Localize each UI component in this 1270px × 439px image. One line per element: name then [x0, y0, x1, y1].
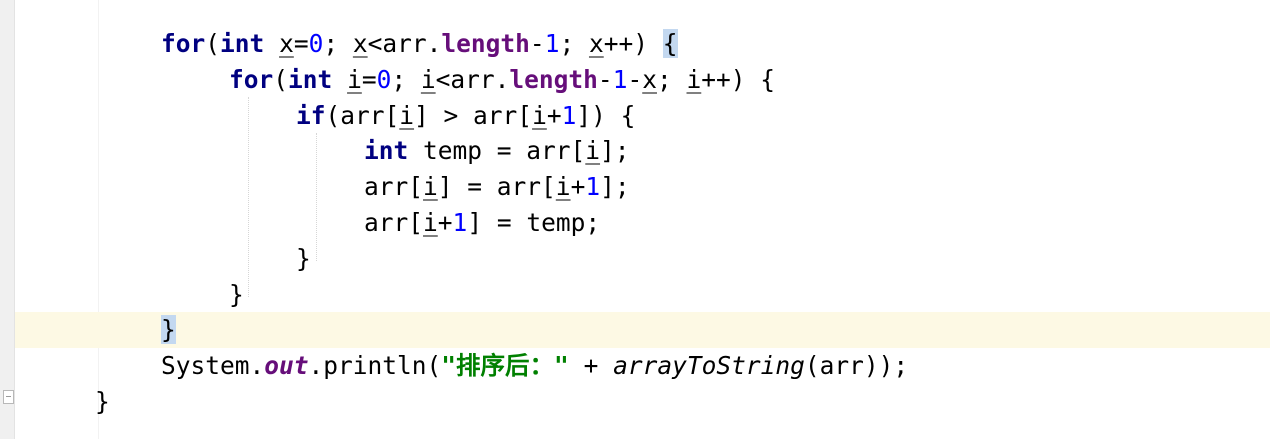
- code-token: }: [296, 243, 311, 273]
- code-token: i: [423, 172, 438, 202]
- code-token: x: [642, 64, 657, 94]
- code-line-text: }: [161, 312, 176, 348]
- code-token: ++): [603, 29, 663, 58]
- code-token: +: [570, 172, 586, 202]
- code-token: 1: [561, 100, 577, 130]
- code-token: i: [532, 100, 547, 130]
- code-token: arr[: [364, 207, 424, 237]
- code-line[interactable]: }: [15, 277, 1270, 313]
- editor-gutter: [0, 0, 15, 439]
- code-line[interactable]: arr[i+1] = temp;: [15, 205, 1270, 241]
- code-token: temp = arr[: [408, 136, 586, 166]
- code-token: <arr.: [367, 29, 442, 58]
- code-token: int: [288, 64, 333, 94]
- code-token: ++) {: [701, 64, 776, 94]
- code-token: -: [627, 64, 643, 94]
- code-token: =: [293, 29, 309, 58]
- code-token: arrayToString: [613, 351, 805, 381]
- code-token: +: [437, 207, 453, 237]
- code-token: i: [423, 207, 438, 237]
- fold-marker-icon[interactable]: [3, 390, 14, 404]
- code-token: 0: [308, 29, 324, 58]
- code-line-text: }: [296, 241, 311, 277]
- code-token: (arr[: [325, 100, 400, 130]
- code-line-text: if(arr[i] > arr[i+1]) {: [296, 98, 635, 134]
- code-token: ];: [600, 136, 630, 166]
- code-line-text: for(int i=0; i<arr.length-1-x; i++) {: [229, 62, 775, 98]
- code-line[interactable]: }: [15, 312, 1270, 349]
- code-token: ;: [323, 29, 353, 58]
- code-token: if: [296, 100, 326, 130]
- code-line-text: arr[i+1] = temp;: [364, 205, 600, 241]
- code-token: ;: [391, 64, 421, 94]
- code-token: x: [279, 29, 294, 58]
- code-token: ;: [656, 64, 687, 94]
- code-token: +: [546, 100, 562, 130]
- code-token: "排序后：": [441, 351, 569, 381]
- code-token: 1: [612, 64, 628, 94]
- code-token: ;: [559, 29, 589, 58]
- code-line-text: }: [95, 384, 110, 420]
- code-line-text: for(int x=0; x<arr.length-1; x++) {: [161, 26, 678, 62]
- code-token: 1: [544, 29, 560, 58]
- code-token: }: [161, 315, 176, 345]
- code-token: i: [347, 64, 362, 94]
- code-token: out: [264, 351, 309, 381]
- code-token: int: [220, 29, 265, 58]
- code-token: for: [229, 64, 274, 94]
- code-token: int: [364, 136, 409, 166]
- code-line[interactable]: arr[i] = arr[i+1];: [15, 169, 1270, 205]
- code-line[interactable]: for(int x=0; x<arr.length-1; x++) {: [15, 26, 1270, 62]
- code-token: ] > arr[: [414, 100, 533, 130]
- code-editor[interactable]: for(int x=0; x<arr.length-1; x++) {for(i…: [15, 26, 1270, 420]
- code-token: {: [662, 29, 678, 58]
- code-token: for: [161, 29, 206, 58]
- code-token: i: [555, 172, 571, 202]
- code-token: =: [361, 64, 377, 94]
- code-line-text: System.out.println("排序后：" + arrayToStrin…: [161, 348, 908, 384]
- code-token: ] = arr[: [437, 172, 556, 202]
- code-token: length: [441, 29, 530, 58]
- code-line-text: int temp = arr[i];: [364, 133, 630, 169]
- code-token: -: [529, 29, 545, 58]
- code-token: ]) {: [576, 100, 636, 130]
- code-token: }: [95, 386, 110, 416]
- code-token: (arr));: [804, 351, 909, 381]
- code-line[interactable]: if(arr[i] > arr[i+1]) {: [15, 98, 1270, 134]
- code-token: 1: [452, 207, 468, 237]
- code-line[interactable]: for(int i=0; i<arr.length-1-x; i++) {: [15, 62, 1270, 98]
- code-token: +: [568, 351, 614, 381]
- code-token: arr[: [364, 172, 424, 202]
- code-line[interactable]: int temp = arr[i];: [15, 133, 1270, 169]
- code-token: length: [509, 64, 598, 94]
- code-token: i: [686, 64, 702, 94]
- code-line[interactable]: }: [15, 384, 1270, 420]
- code-token: <arr.: [435, 64, 510, 94]
- code-token: -: [597, 64, 613, 94]
- code-token: x: [588, 29, 604, 58]
- code-token: 0: [376, 64, 392, 94]
- code-line[interactable]: }: [15, 241, 1270, 277]
- code-token: ];: [600, 172, 630, 202]
- code-token: }: [229, 279, 244, 309]
- code-token: (: [205, 29, 221, 58]
- code-token: ] = temp;: [467, 207, 601, 237]
- code-token: (: [273, 64, 289, 94]
- indent-guide: [316, 133, 317, 261]
- code-token: i: [399, 100, 415, 130]
- code-token: .println(: [308, 351, 442, 381]
- code-token: x: [352, 29, 368, 58]
- code-token: System.: [161, 351, 265, 381]
- code-line-text: arr[i] = arr[i+1];: [364, 169, 630, 205]
- code-line[interactable]: System.out.println("排序后：" + arrayToStrin…: [15, 348, 1270, 384]
- code-token: 1: [585, 172, 601, 202]
- indent-guide: [248, 97, 249, 297]
- code-token: i: [420, 64, 436, 94]
- code-line-text: }: [229, 277, 244, 313]
- code-token: i: [585, 136, 601, 166]
